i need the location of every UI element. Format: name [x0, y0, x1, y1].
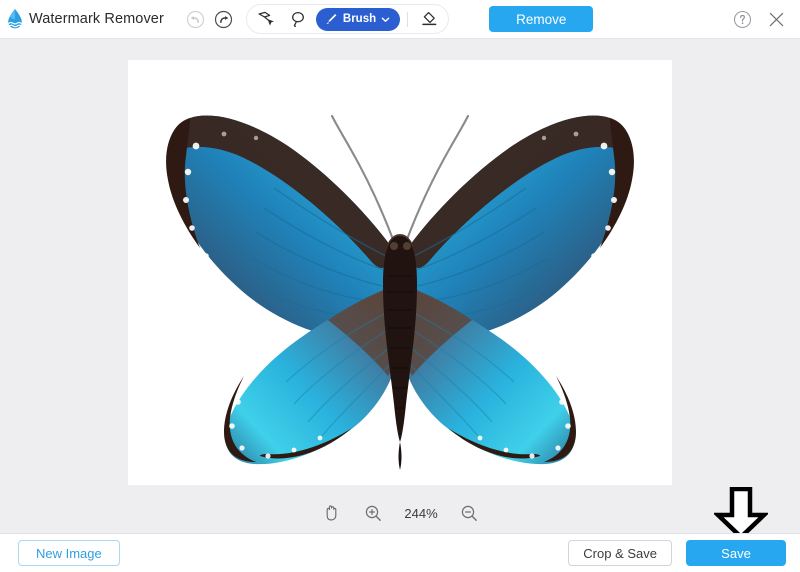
lasso-icon: [291, 11, 304, 27]
hand-icon: [326, 505, 337, 521]
hand-tool-button[interactable]: [317, 499, 345, 527]
water-drop-icon: [4, 7, 26, 31]
zoom-level-label: 244%: [404, 505, 438, 521]
redo-arrow-icon: [215, 10, 233, 28]
window-controls: [728, 5, 790, 33]
zoom-in-button[interactable]: [359, 499, 387, 527]
save-button[interactable]: Save: [686, 540, 786, 566]
watermark-remover-window: Watermark Remover Brush Remove 244% New …: [0, 0, 800, 572]
bottom-bar: New Image Crop & Save Save: [0, 533, 800, 572]
editor-canvas-stage[interactable]: 244%: [0, 39, 800, 533]
top-toolbar: Watermark Remover Brush Remove: [0, 0, 800, 39]
selection-tool-group: Brush: [245, 4, 450, 34]
brush-icon: [326, 14, 337, 24]
bottom-bar-actions: Crop & Save Save: [568, 540, 786, 566]
brush-tool-button[interactable]: Brush: [315, 7, 401, 31]
chevron-down-icon: [381, 17, 390, 22]
butterfly-image: [128, 60, 672, 485]
new-image-button[interactable]: New Image: [18, 540, 120, 566]
help-button[interactable]: [728, 5, 756, 33]
down-arrow-icon: [712, 486, 770, 533]
app-brand: Watermark Remover: [4, 7, 164, 31]
close-button[interactable]: [762, 5, 790, 33]
app-title: Watermark Remover: [29, 11, 164, 27]
toolbar-tools: Brush Remove: [182, 4, 594, 34]
redo-button[interactable]: [210, 5, 238, 33]
eraser-button[interactable]: [415, 5, 443, 33]
polygon-lasso-icon: [258, 11, 274, 26]
annotation-down-arrow: [712, 486, 770, 533]
question-mark-icon: [733, 10, 751, 28]
eraser-icon: [422, 11, 437, 26]
brush-label: Brush: [342, 13, 377, 25]
zoom-controls: 244%: [0, 499, 800, 527]
polygon-lasso-button[interactable]: [252, 5, 280, 33]
remove-button[interactable]: Remove: [489, 6, 594, 32]
zoom-out-button[interactable]: [455, 499, 483, 527]
crop-and-save-button[interactable]: Crop & Save: [568, 540, 672, 566]
close-icon: [769, 12, 783, 26]
undo-button[interactable]: [182, 5, 210, 33]
undo-arrow-icon: [187, 10, 205, 28]
zoom-out-icon: [461, 505, 477, 521]
tool-divider: [407, 11, 409, 27]
zoom-in-icon: [365, 505, 381, 521]
image-canvas[interactable]: [128, 60, 672, 485]
free-lasso-button[interactable]: [284, 5, 312, 33]
